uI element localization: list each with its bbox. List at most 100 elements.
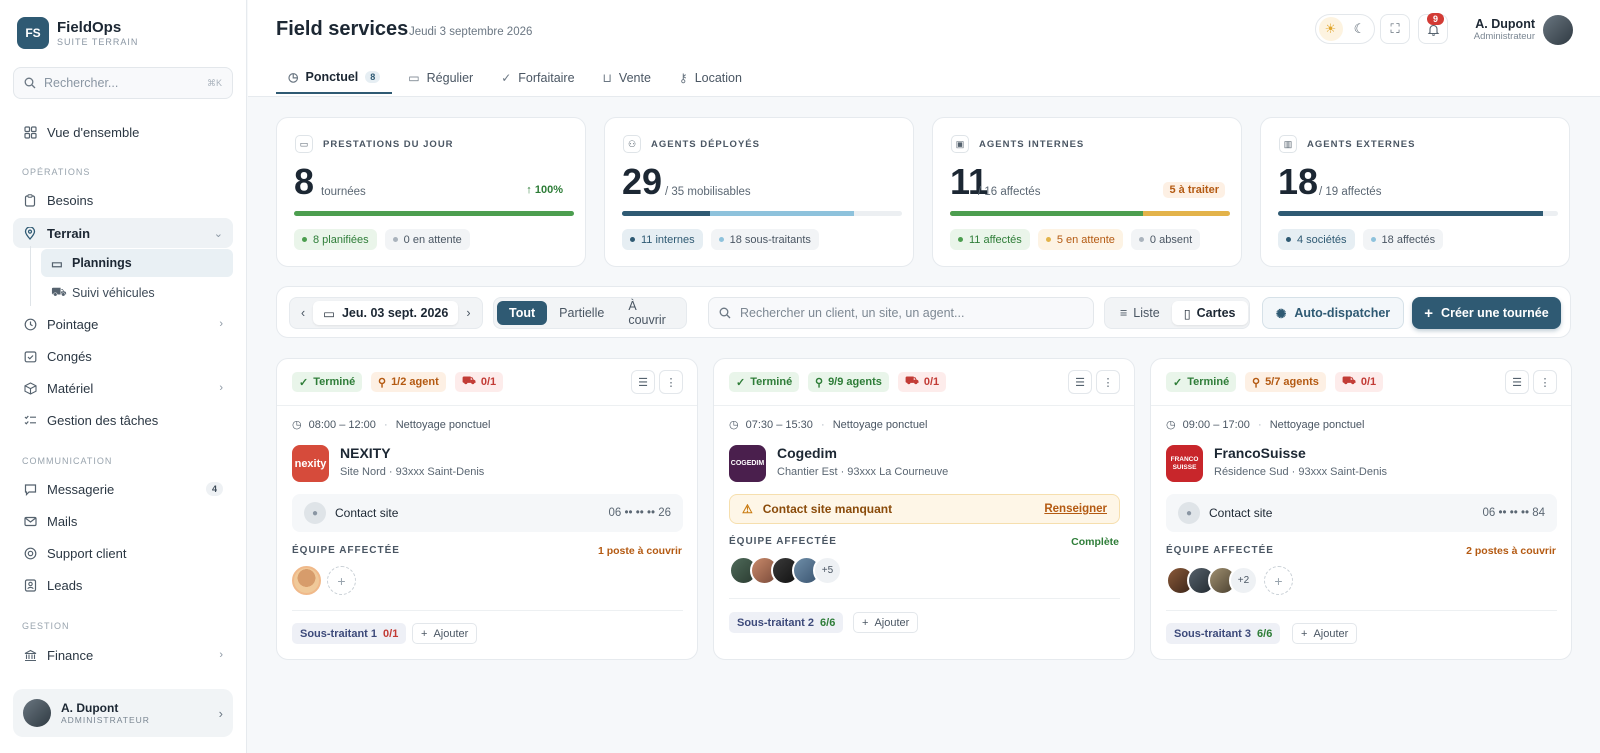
check-icon: ✓ — [501, 71, 512, 85]
filter-to-cover[interactable]: À couvrir — [616, 299, 683, 327]
tour-card-nexity[interactable]: ✓ Terminé ⚲ 1/2 agent ⛟ 0/1 ☰ ⋮ ◷ 08:00 – 12… — [276, 358, 698, 660]
service-tabs: ◷ Ponctuel 8 ▭ Régulier ✓ Forfaitaire ⊔ Vente… — [276, 62, 758, 97]
tour-card-francosuisse[interactable]: ✓ Terminé ⚲ 5/7 agents ⛟ 0/1 ☰ ⋮ ◷ 09:00 – 1… — [1150, 358, 1572, 660]
tab-ponctuel[interactable]: ◷ Ponctuel 8 — [276, 62, 393, 94]
clock-icon — [23, 317, 37, 331]
date-picker-button[interactable]: ▭ Jeu. 03 sept. 2026 — [313, 301, 459, 325]
sidebar-item-taches[interactable]: Gestion des tâches — [13, 405, 233, 435]
stat-value: 8 — [294, 161, 315, 202]
client-logo: nexity — [292, 445, 329, 482]
dots-vertical-icon: ⋮ — [1102, 376, 1114, 389]
site-contact[interactable]: ● Contact site 06 •• •• •• 26 — [292, 494, 683, 532]
next-day-button[interactable]: › — [458, 301, 478, 325]
sidebar-item-overview[interactable]: Vue d'ensemble — [13, 117, 233, 147]
sidebar-user-card[interactable]: A. Dupont ADMINISTRATEUR › — [13, 689, 233, 737]
person-icon: ⚲ — [1252, 376, 1261, 389]
subcontractor-chip[interactable]: Sous-traitant 2 6/6 — [729, 612, 844, 633]
check-icon: ✓ — [1173, 376, 1183, 389]
app-logo[interactable]: FS — [17, 17, 49, 49]
sidebar-subitem-plannings[interactable]: ▭ Plannings — [41, 249, 233, 277]
create-tour-button[interactable]: + Créer une tournée — [1412, 297, 1561, 329]
sort-icon: ☰ — [638, 376, 648, 389]
add-agent-button[interactable]: + — [327, 566, 356, 595]
sidebar-item-besoins[interactable]: Besoins — [13, 185, 233, 215]
site-contact[interactable]: ● Contact site 06 •• •• •• 84 — [1166, 494, 1557, 532]
sidebar: FS FieldOps SUITE TERRAIN Rechercher... … — [0, 0, 247, 753]
view-list-button[interactable]: ≡ Liste — [1108, 301, 1172, 325]
prev-day-button[interactable]: ‹ — [293, 301, 313, 325]
id-badge-icon: ▣ — [951, 135, 969, 153]
sidebar-item-materiel[interactable]: Matériel › — [13, 373, 233, 403]
header-user[interactable]: A. Dupont Administrateur — [1460, 17, 1535, 42]
filter-partial[interactable]: Partielle — [547, 301, 616, 325]
building-icon: ▥ — [1279, 135, 1297, 153]
key-icon: ⚷ — [678, 71, 688, 85]
sidebar-item-terrain[interactable]: Terrain ⌄ — [13, 218, 233, 248]
team-avatars: +2 + — [1166, 566, 1293, 595]
tab-regulier[interactable]: ▭ Régulier — [396, 62, 485, 94]
planning-search-input[interactable]: Rechercher un client, un site, un agent.… — [708, 297, 1094, 329]
sidebar-item-support[interactable]: Support client — [13, 538, 233, 568]
vehicles-badge: ⛟ 0/1 — [1335, 372, 1384, 392]
progress-fill-internal — [622, 211, 710, 216]
vehicles-badge: ⛟ 0/1 — [455, 372, 504, 392]
view-cards-button[interactable]: ▯ Cartes — [1171, 301, 1248, 325]
add-agent-button[interactable]: + — [1264, 566, 1293, 595]
sort-button[interactable]: ☰ — [1505, 370, 1529, 394]
tab-label: Location — [694, 71, 742, 85]
subcontractor-chip[interactable]: Sous-traitant 3 6/6 — [1166, 623, 1281, 644]
tour-card-cogedim[interactable]: ✓ Terminé ⚲ 9/9 agents ⛟ 0/1 ☰ ⋮ ◷ 07:30 – 1… — [713, 358, 1135, 660]
more-options-button[interactable]: ⋮ — [1533, 370, 1557, 394]
team-label: ÉQUIPE AFFECTÉE — [729, 536, 837, 547]
progress-bar — [622, 211, 902, 216]
subcontractor-chip[interactable]: Sous-traitant 1 0/1 — [292, 623, 407, 644]
sidebar-item-pointage[interactable]: Pointage › — [13, 309, 233, 339]
agents-badge: ⚲ 5/7 agents — [1245, 372, 1326, 392]
sidebar-item-label: Pointage — [47, 316, 99, 332]
sidebar-item-mails[interactable]: Mails — [13, 506, 233, 536]
sidebar-item-messagerie[interactable]: Messagerie 4 — [13, 474, 233, 504]
moon-icon[interactable]: ☾ — [1348, 17, 1372, 41]
header-user-name: A. Dupont — [1475, 17, 1535, 31]
users-icon: ⚇ — [623, 135, 641, 153]
filter-all[interactable]: Tout — [497, 301, 548, 325]
sparkle-icon: ✺ — [1275, 306, 1287, 321]
brand-name: FieldOps — [57, 19, 122, 36]
tab-vente[interactable]: ⊔ Vente — [591, 62, 663, 94]
tab-forfaitaire[interactable]: ✓ Forfaitaire — [489, 62, 586, 94]
sidebar-item-label: Gestion des tâches — [47, 412, 159, 428]
auto-dispatch-button[interactable]: ✺ Auto-dispatcher — [1262, 297, 1404, 329]
sort-button[interactable]: ☰ — [631, 370, 655, 394]
page-title: Field services — [276, 18, 409, 40]
sun-icon[interactable]: ☀ — [1318, 17, 1343, 41]
progress-bar — [1278, 211, 1558, 216]
more-agents-count[interactable]: +2 — [1229, 566, 1258, 595]
person-icon: ⚲ — [378, 376, 387, 389]
clock-icon: ◷ — [292, 419, 302, 431]
stat-value: 18 — [1278, 161, 1319, 202]
add-subcontractor-button[interactable]: + Ajouter — [412, 623, 478, 644]
more-options-button[interactable]: ⋮ — [659, 370, 683, 394]
sidebar-search-input[interactable]: Rechercher... ⌘K — [13, 67, 233, 99]
fullscreen-button[interactable]: ⛶ — [1380, 14, 1410, 44]
stat-unit: tournées — [321, 186, 366, 198]
sort-button[interactable]: ☰ — [1068, 370, 1092, 394]
fill-contact-link[interactable]: Renseigner — [1044, 503, 1107, 515]
avatar[interactable] — [292, 566, 321, 595]
sidebar-search-placeholder: Rechercher... — [44, 76, 119, 90]
sidebar-subitem-vehicules[interactable]: ⛟ Suivi véhicules — [41, 279, 233, 307]
more-options-button[interactable]: ⋮ — [1096, 370, 1120, 394]
client-logo: FRANCO SUISSE — [1166, 445, 1203, 482]
chevron-right-icon: › — [219, 649, 223, 661]
tab-location[interactable]: ⚷ Location — [667, 62, 754, 94]
theme-toggle[interactable]: ☀ ☾ — [1315, 14, 1375, 44]
expand-icon: ⛶ — [1390, 21, 1400, 36]
calendar-icon: ▭ — [295, 135, 313, 153]
add-subcontractor-button[interactable]: + Ajouter — [1292, 623, 1358, 644]
header-avatar[interactable] — [1543, 15, 1573, 45]
sidebar-item-leads[interactable]: Leads — [13, 570, 233, 600]
more-agents-count[interactable]: +5 — [813, 556, 842, 585]
sidebar-item-conges[interactable]: Congés — [13, 341, 233, 371]
add-subcontractor-button[interactable]: + Ajouter — [853, 612, 919, 633]
sidebar-item-finance[interactable]: Finance › — [13, 640, 233, 670]
